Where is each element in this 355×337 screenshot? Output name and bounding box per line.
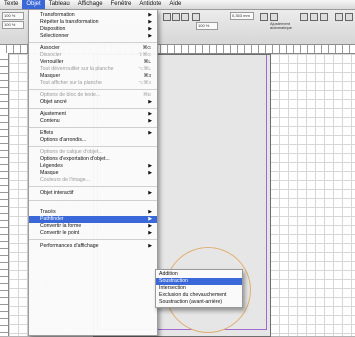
fit-frame-icon[interactable] (260, 13, 268, 21)
objet-menu: Transformation ▶ Répéter la transformatio… (28, 9, 158, 336)
fill-frame-icon[interactable] (310, 13, 318, 21)
menu-tableau[interactable]: Tableau (45, 0, 74, 9)
submenu-arrow-icon: ▶ (148, 210, 152, 215)
submenu-arrow-icon: ▶ (148, 112, 152, 117)
menu-fenetre[interactable]: Fenêtre (107, 0, 136, 9)
submenu-arrow-icon: ▶ (148, 131, 152, 136)
distribute-icon[interactable] (335, 13, 343, 21)
menu-item-selectionner[interactable]: Sélectionner ▶ (29, 33, 157, 40)
submenu-arrow-icon: ▶ (148, 191, 152, 196)
submenu-arrow-icon: ▶ (148, 100, 152, 105)
menu-separator (29, 42, 157, 43)
submenu-item-intersection[interactable]: Intersection (156, 285, 242, 292)
menu-item-legendes[interactable]: Légendes ▶ (29, 163, 157, 170)
menu-item-associer[interactable]: Associer ⌘G (29, 45, 157, 52)
menu-item-options-arrondis[interactable]: Options d'arrondis... (29, 137, 157, 144)
menu-item-masquer[interactable]: Masquer ⌘3 (29, 73, 157, 80)
menu-affichage[interactable]: Affichage (74, 0, 107, 9)
menu-separator (29, 200, 157, 201)
submenu-arrow-icon: ▶ (148, 244, 152, 249)
menu-item-options-bloc-texte: Options de bloc de texte... ⌘B (40, 92, 151, 98)
menu-separator (29, 239, 157, 240)
auto-fit-label: Ajustement automatique (270, 21, 293, 30)
menu-separator (29, 108, 157, 109)
zoom-field-1[interactable]: 100 % (2, 12, 24, 20)
center-content-icon[interactable] (300, 13, 308, 21)
menu-separator (29, 127, 157, 128)
menu-aide[interactable]: Aide (165, 0, 185, 9)
wrap-icon[interactable] (345, 13, 353, 21)
menu-item-couleurs-image: Couleurs de l'image... (40, 177, 91, 183)
menu-separator (29, 146, 157, 147)
submenu-arrow-icon: ▶ (148, 119, 152, 124)
menu-item-objet-ancre[interactable]: Objet ancré ▶ (29, 99, 157, 106)
menu-item-objet-interactif[interactable]: Objet interactif ▶ (29, 190, 157, 197)
menu-item-dissocier: Dissocier ⇧⌘G (40, 52, 151, 58)
submenu-arrow-icon: ▶ (148, 217, 152, 222)
menu-item-pathfinder[interactable]: Pathfinder ▶ (29, 216, 157, 223)
zoom-field-2[interactable]: 100 % (2, 21, 24, 29)
submenu-arrow-icon: ▶ (148, 171, 152, 176)
menu-item-performances-affichage[interactable]: Performances d'affichage ▶ (29, 243, 157, 250)
fill-icon[interactable] (181, 13, 189, 21)
submenu-arrow-icon: ▶ (148, 13, 152, 18)
menu-item-contenu[interactable]: Contenu ▶ (29, 118, 157, 125)
menu-item-ajustement[interactable]: Ajustement ▶ (29, 111, 157, 118)
align-center-icon[interactable] (172, 13, 180, 21)
submenu-arrow-icon: ▶ (148, 224, 152, 229)
vertical-ruler (0, 53, 9, 336)
submenu-item-addition[interactable]: Addition (156, 271, 242, 278)
align-left-icon[interactable] (163, 13, 171, 21)
menu-item-options-exportation[interactable]: Options d'exportation d'objet... (29, 156, 157, 163)
submenu-item-exclusion[interactable]: Exclusion du chevauchement (156, 292, 242, 299)
submenu-item-soustraction-avant-arriere[interactable]: Soustraction (avant-arrière) (156, 299, 242, 306)
menu-item-disposition[interactable]: Disposition ▶ (29, 26, 157, 33)
menu-item-repeter-transformation[interactable]: Répéter la transformation ▶ (29, 19, 157, 26)
submenu-arrow-icon: ▶ (148, 34, 152, 39)
menu-item-convertir-point[interactable]: Convertir le point ▶ (29, 230, 157, 237)
menu-item-convertir-forme[interactable]: Convertir la forme ▶ (29, 223, 157, 230)
menu-item-tout-deverrouiller: Tout déverrouiller sur la planche ⌥⌘L (40, 66, 151, 72)
stroke-weight-field[interactable]: 0,353 mm (230, 12, 254, 20)
fit-content-icon[interactable] (270, 13, 278, 21)
menu-item-options-calque-objet: Options de calque d'objet... (40, 149, 103, 155)
menu-objet[interactable]: Objet (22, 0, 45, 9)
menu-antidote[interactable]: Antidote (135, 0, 165, 9)
submenu-arrow-icon: ▶ (148, 20, 152, 25)
fit-proportional-icon[interactable] (320, 13, 328, 21)
menu-item-masque[interactable]: Masque ▶ (29, 170, 157, 177)
menu-item-verrouiller[interactable]: Verrouiller ⌘L (29, 59, 157, 66)
menu-separator (29, 186, 157, 187)
menu-texte[interactable]: Texte (0, 0, 22, 9)
menu-item-traces[interactable]: Tracés ▶ (29, 209, 157, 216)
submenu-arrow-icon: ▶ (148, 164, 152, 169)
submenu-item-soustraction[interactable]: Soustraction (156, 278, 242, 285)
percent-field[interactable]: 100 % (196, 22, 218, 30)
menu-separator (29, 89, 157, 90)
pathfinder-submenu: Addition Soustraction Intersection Exclu… (155, 269, 243, 308)
menu-item-tout-afficher: Tout afficher sur la planche ⌥⌘3 (40, 80, 151, 86)
submenu-arrow-icon: ▶ (148, 231, 152, 236)
menu-item-transformation[interactable]: Transformation ▶ (29, 12, 157, 19)
stroke-icon[interactable] (192, 13, 200, 21)
submenu-arrow-icon: ▶ (148, 27, 152, 32)
menu-item-effets[interactable]: Effets ▶ (29, 130, 157, 137)
